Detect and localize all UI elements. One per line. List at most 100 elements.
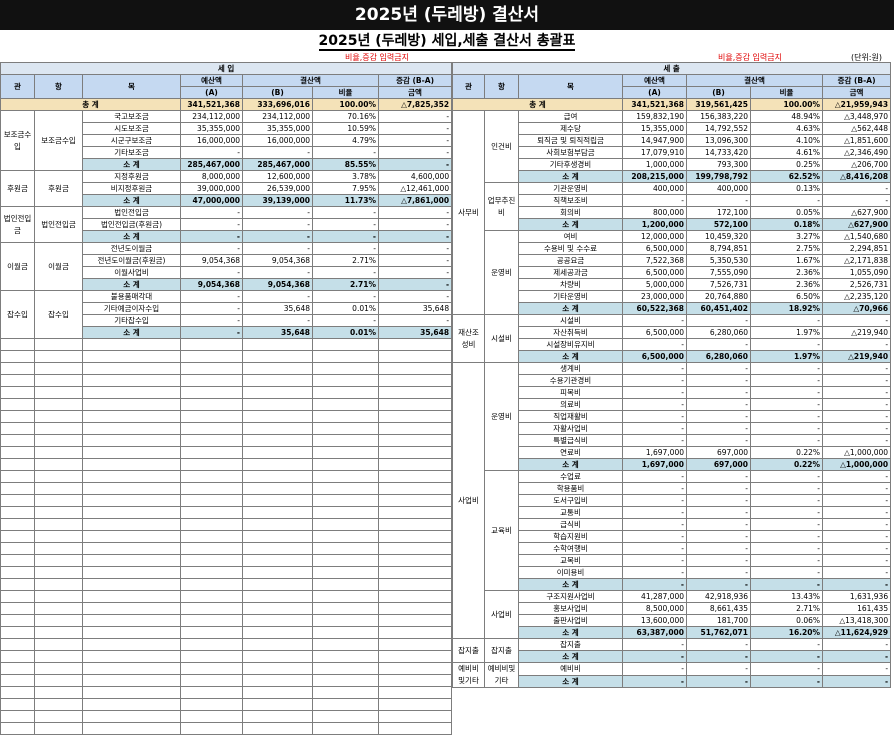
- settlement-cell[interactable]: -: [242, 314, 313, 327]
- ratio-cell[interactable]: 48.94%: [750, 110, 823, 123]
- empty-cell[interactable]: [242, 386, 313, 399]
- empty-cell[interactable]: [377, 518, 453, 531]
- mok-cell[interactable]: 시설장비유지비: [518, 338, 623, 351]
- header-budget[interactable]: 예산액: [622, 74, 687, 87]
- empty-cell[interactable]: [34, 434, 83, 447]
- settlement-cell[interactable]: 156,383,220: [686, 110, 751, 123]
- empty-cell[interactable]: [82, 482, 181, 495]
- ratio-cell[interactable]: 3.78%: [312, 170, 379, 183]
- ratio-cell[interactable]: 62.52%: [750, 170, 823, 183]
- budget-cell[interactable]: 41,287,000: [622, 590, 687, 603]
- empty-cell[interactable]: [0, 638, 35, 651]
- empty-cell[interactable]: [180, 374, 243, 387]
- settlement-cell[interactable]: -: [242, 290, 313, 303]
- budget-cell[interactable]: 8,000,000: [180, 170, 243, 183]
- empty-cell[interactable]: [82, 506, 181, 519]
- empty-cell[interactable]: [312, 638, 379, 651]
- budget-cell[interactable]: -: [622, 338, 687, 351]
- settlement-cell[interactable]: -: [686, 482, 751, 495]
- hang-cell[interactable]: 시설비: [484, 314, 519, 363]
- empty-cell[interactable]: [312, 374, 379, 387]
- empty-cell[interactable]: [377, 638, 453, 651]
- empty-cell[interactable]: [312, 446, 379, 459]
- empty-cell[interactable]: [180, 518, 243, 531]
- empty-cell[interactable]: [242, 506, 313, 519]
- budget-cell[interactable]: -: [622, 422, 687, 435]
- empty-cell[interactable]: [34, 674, 83, 687]
- difference-cell[interactable]: 35,648: [377, 326, 453, 339]
- header-settlement[interactable]: 결산액: [686, 74, 823, 87]
- empty-cell[interactable]: [312, 506, 379, 519]
- difference-cell[interactable]: △1,000,000: [821, 446, 892, 459]
- empty-cell[interactable]: [0, 398, 35, 411]
- empty-cell[interactable]: [34, 374, 83, 387]
- ratio-cell[interactable]: 70.16%: [312, 110, 379, 123]
- empty-cell[interactable]: [312, 602, 379, 615]
- empty-cell[interactable]: [377, 434, 453, 447]
- budget-cell[interactable]: -: [180, 326, 243, 339]
- difference-cell[interactable]: △627,900: [821, 218, 892, 231]
- empty-cell[interactable]: [377, 362, 453, 375]
- empty-cell[interactable]: [180, 638, 243, 651]
- empty-cell[interactable]: [82, 590, 181, 603]
- mok-cell[interactable]: 교통비: [518, 506, 623, 519]
- empty-cell[interactable]: [180, 338, 243, 351]
- mok-cell[interactable]: 급여: [518, 110, 623, 123]
- settlement-cell[interactable]: 6,280,060: [686, 350, 751, 363]
- ratio-cell[interactable]: -: [312, 146, 379, 159]
- ratio-cell[interactable]: 6.50%: [750, 290, 823, 303]
- budget-cell[interactable]: -: [622, 506, 687, 519]
- empty-cell[interactable]: [312, 614, 379, 627]
- settlement-cell[interactable]: 8,661,435: [686, 602, 751, 615]
- difference-cell[interactable]: -: [821, 494, 892, 507]
- difference-cell[interactable]: -: [377, 206, 453, 219]
- empty-cell[interactable]: [34, 410, 83, 423]
- mok-cell[interactable]: 피복비: [518, 386, 623, 399]
- gwan-cell[interactable]: 재산조성비: [452, 314, 485, 363]
- budget-cell[interactable]: 400,000: [622, 182, 687, 195]
- gwan-cell[interactable]: 사무비: [452, 110, 485, 315]
- empty-cell[interactable]: [82, 578, 181, 591]
- budget-cell[interactable]: -: [622, 518, 687, 531]
- gwan-cell[interactable]: 법인전입금: [0, 206, 35, 243]
- settlement-cell[interactable]: 572,100: [686, 218, 751, 231]
- difference-cell[interactable]: -: [377, 266, 453, 279]
- ratio-cell[interactable]: -: [750, 362, 823, 375]
- mok-cell[interactable]: 소 계: [518, 218, 623, 231]
- empty-cell[interactable]: [82, 650, 181, 663]
- difference-cell[interactable]: △2,346,490: [821, 146, 892, 159]
- settlement-cell[interactable]: -: [686, 434, 751, 447]
- empty-cell[interactable]: [312, 626, 379, 639]
- empty-cell[interactable]: [377, 542, 453, 555]
- budget-cell[interactable]: 6,500,000: [622, 242, 687, 255]
- header-gwan[interactable]: 관: [452, 74, 485, 99]
- difference-cell[interactable]: -: [821, 578, 892, 591]
- budget-cell[interactable]: -: [180, 218, 243, 231]
- settlement-cell[interactable]: 60,451,402: [686, 302, 751, 315]
- header-mok[interactable]: 목: [518, 74, 623, 99]
- empty-cell[interactable]: [82, 398, 181, 411]
- mok-cell[interactable]: 회의비: [518, 206, 623, 219]
- difference-cell[interactable]: -: [821, 566, 892, 579]
- budget-cell[interactable]: -: [180, 230, 243, 243]
- empty-cell[interactable]: [180, 494, 243, 507]
- empty-cell[interactable]: [312, 566, 379, 579]
- settlement-cell[interactable]: 13,096,300: [686, 134, 751, 147]
- hang-cell[interactable]: 후원금: [34, 170, 83, 207]
- difference-cell[interactable]: 4,600,000: [377, 170, 453, 183]
- ratio-cell[interactable]: 1.97%: [750, 326, 823, 339]
- empty-cell[interactable]: [34, 458, 83, 471]
- difference-cell[interactable]: -: [821, 422, 892, 435]
- budget-cell[interactable]: 285,467,000: [180, 158, 243, 171]
- mok-cell[interactable]: 소 계: [518, 674, 623, 688]
- settlement-cell[interactable]: -: [686, 314, 751, 327]
- empty-cell[interactable]: [34, 698, 83, 711]
- mok-cell[interactable]: 사회보험부담금: [518, 146, 623, 159]
- ratio-cell[interactable]: 0.18%: [750, 218, 823, 231]
- empty-cell[interactable]: [34, 638, 83, 651]
- total-settlement[interactable]: 319,561,425: [686, 98, 751, 111]
- mok-cell[interactable]: 소 계: [82, 194, 181, 207]
- ratio-cell[interactable]: 1.67%: [750, 254, 823, 267]
- mok-cell[interactable]: 수학여행비: [518, 542, 623, 555]
- budget-cell[interactable]: 7,522,368: [622, 254, 687, 267]
